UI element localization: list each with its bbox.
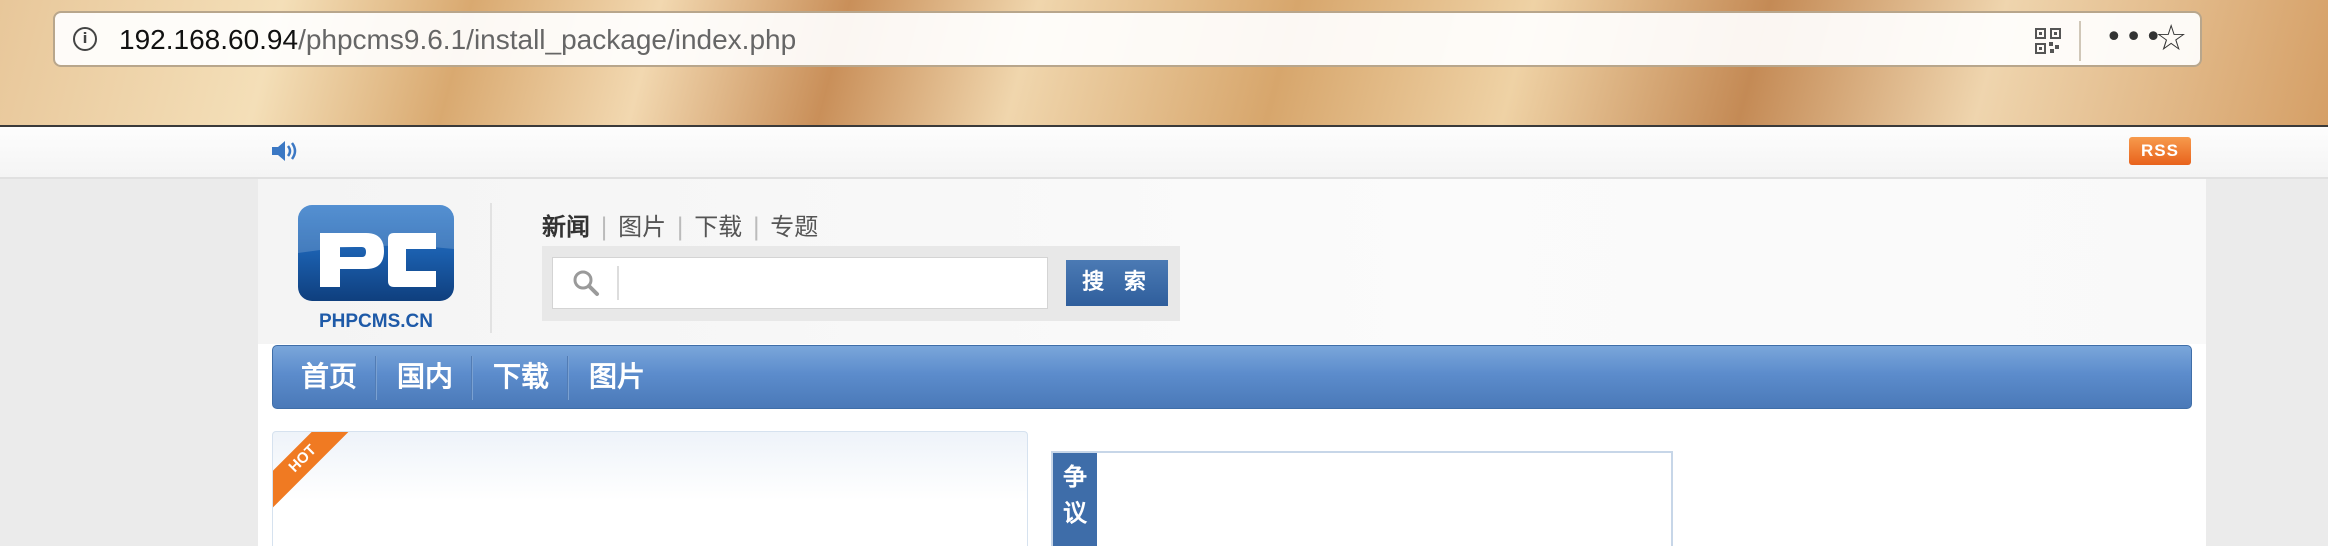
nav-item-home[interactable]: 首页 [301,346,357,408]
site-header: PHPCMS.CN 新闻 | 图片 | 下载 | 专题 搜 索 [258,179,2206,344]
url-text[interactable]: 192.168.60.94/phpcms9.6.1/install_packag… [119,24,796,56]
search-button[interactable]: 搜 索 [1066,260,1168,306]
channel-separator: | [600,213,609,241]
qr-code-icon[interactable] [2034,27,2062,55]
nav-item-downloads[interactable]: 下载 [493,346,549,408]
logo-divider [490,203,492,333]
browser-toolbar: i 192.168.60.94/phpcms9.6.1/install_pack… [0,0,2328,127]
site-topbar: RSS [0,127,2328,179]
channel-downloads[interactable]: 下载 [694,207,742,242]
toolbar-divider [2079,21,2081,61]
channel-separator: | [676,213,685,241]
phpcms-logo[interactable]: PHPCMS.CN [296,203,456,333]
search-channel-tabs: 新闻 | 图片 | 下载 | 专题 [542,207,818,242]
search-icon [573,270,599,296]
nav-separator [567,356,569,400]
svg-text:PHPCMS.CN: PHPCMS.CN [319,311,433,332]
search-box: 搜 索 [542,246,1180,321]
rss-button[interactable]: RSS [2129,137,2191,165]
url-path: /phpcms9.6.1/install_package/index.php [298,24,797,55]
channel-news[interactable]: 新闻 [542,207,590,242]
hot-news-panel: HOT [272,431,1028,546]
nav-item-domestic[interactable]: 国内 [397,346,453,408]
channel-topics[interactable]: 专题 [770,207,818,242]
bookmark-star-icon[interactable]: ☆ [2155,19,2187,59]
speaker-icon[interactable] [270,138,300,164]
url-host: 192.168.60.94 [119,24,299,55]
info-icon[interactable]: i [73,27,97,51]
nav-item-images[interactable]: 图片 [589,346,645,408]
main-nav: 首页 国内 下载 图片 [272,345,2192,409]
page-container: PHPCMS.CN 新闻 | 图片 | 下载 | 专题 搜 索 首页 国内 下载 图片 HO… [258,179,2206,546]
search-input[interactable] [552,257,1048,309]
address-bar[interactable]: i 192.168.60.94/phpcms9.6.1/install_pack… [53,11,2202,67]
nav-separator [471,356,473,400]
channel-separator: | [752,213,761,241]
nav-separator [375,356,377,400]
input-divider [617,266,619,300]
dispute-tab[interactable]: 争议 [1053,453,1097,546]
dispute-panel: 争议 [1051,451,1673,546]
channel-images[interactable]: 图片 [618,207,666,242]
hot-badge: HOT [273,432,355,511]
